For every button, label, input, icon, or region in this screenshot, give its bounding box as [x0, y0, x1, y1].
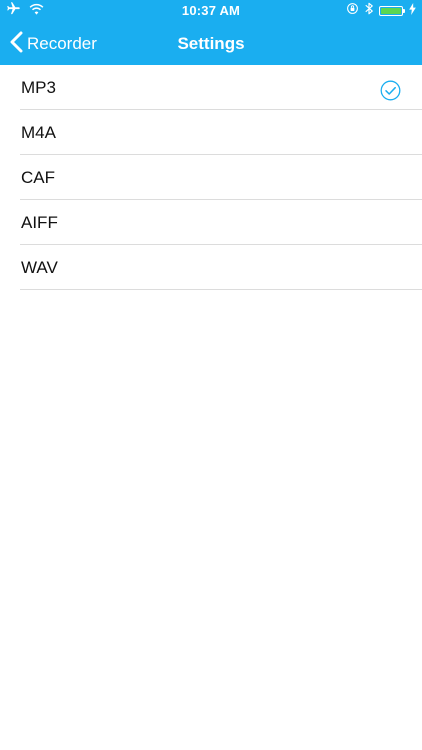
format-list: MP3 M4A CAF AIFF WAV [0, 65, 422, 290]
format-label: MP3 [21, 78, 56, 97]
format-label: WAV [21, 258, 58, 277]
list-item-wav[interactable]: WAV [0, 245, 422, 290]
list-item-mp3[interactable]: MP3 [0, 65, 422, 110]
list-item-m4a[interactable]: M4A [0, 110, 422, 155]
list-item-caf[interactable]: CAF [0, 155, 422, 200]
orientation-lock-icon [346, 2, 359, 20]
format-label: M4A [21, 123, 56, 142]
format-label: CAF [21, 168, 55, 187]
status-right [346, 2, 416, 20]
bluetooth-icon [365, 2, 373, 20]
format-label: AIFF [21, 213, 58, 232]
charging-icon [409, 2, 416, 20]
list-item-aiff[interactable]: AIFF [0, 200, 422, 245]
battery-fill [381, 8, 401, 14]
battery-icon [379, 6, 405, 16]
status-bar: 10:37 AM [0, 0, 422, 22]
nav-bar: Recorder Settings [0, 22, 422, 65]
page-title: Settings [177, 34, 245, 53]
header: 10:37 AM Recorder Settings [0, 0, 422, 65]
checkmark-icon [380, 80, 401, 101]
